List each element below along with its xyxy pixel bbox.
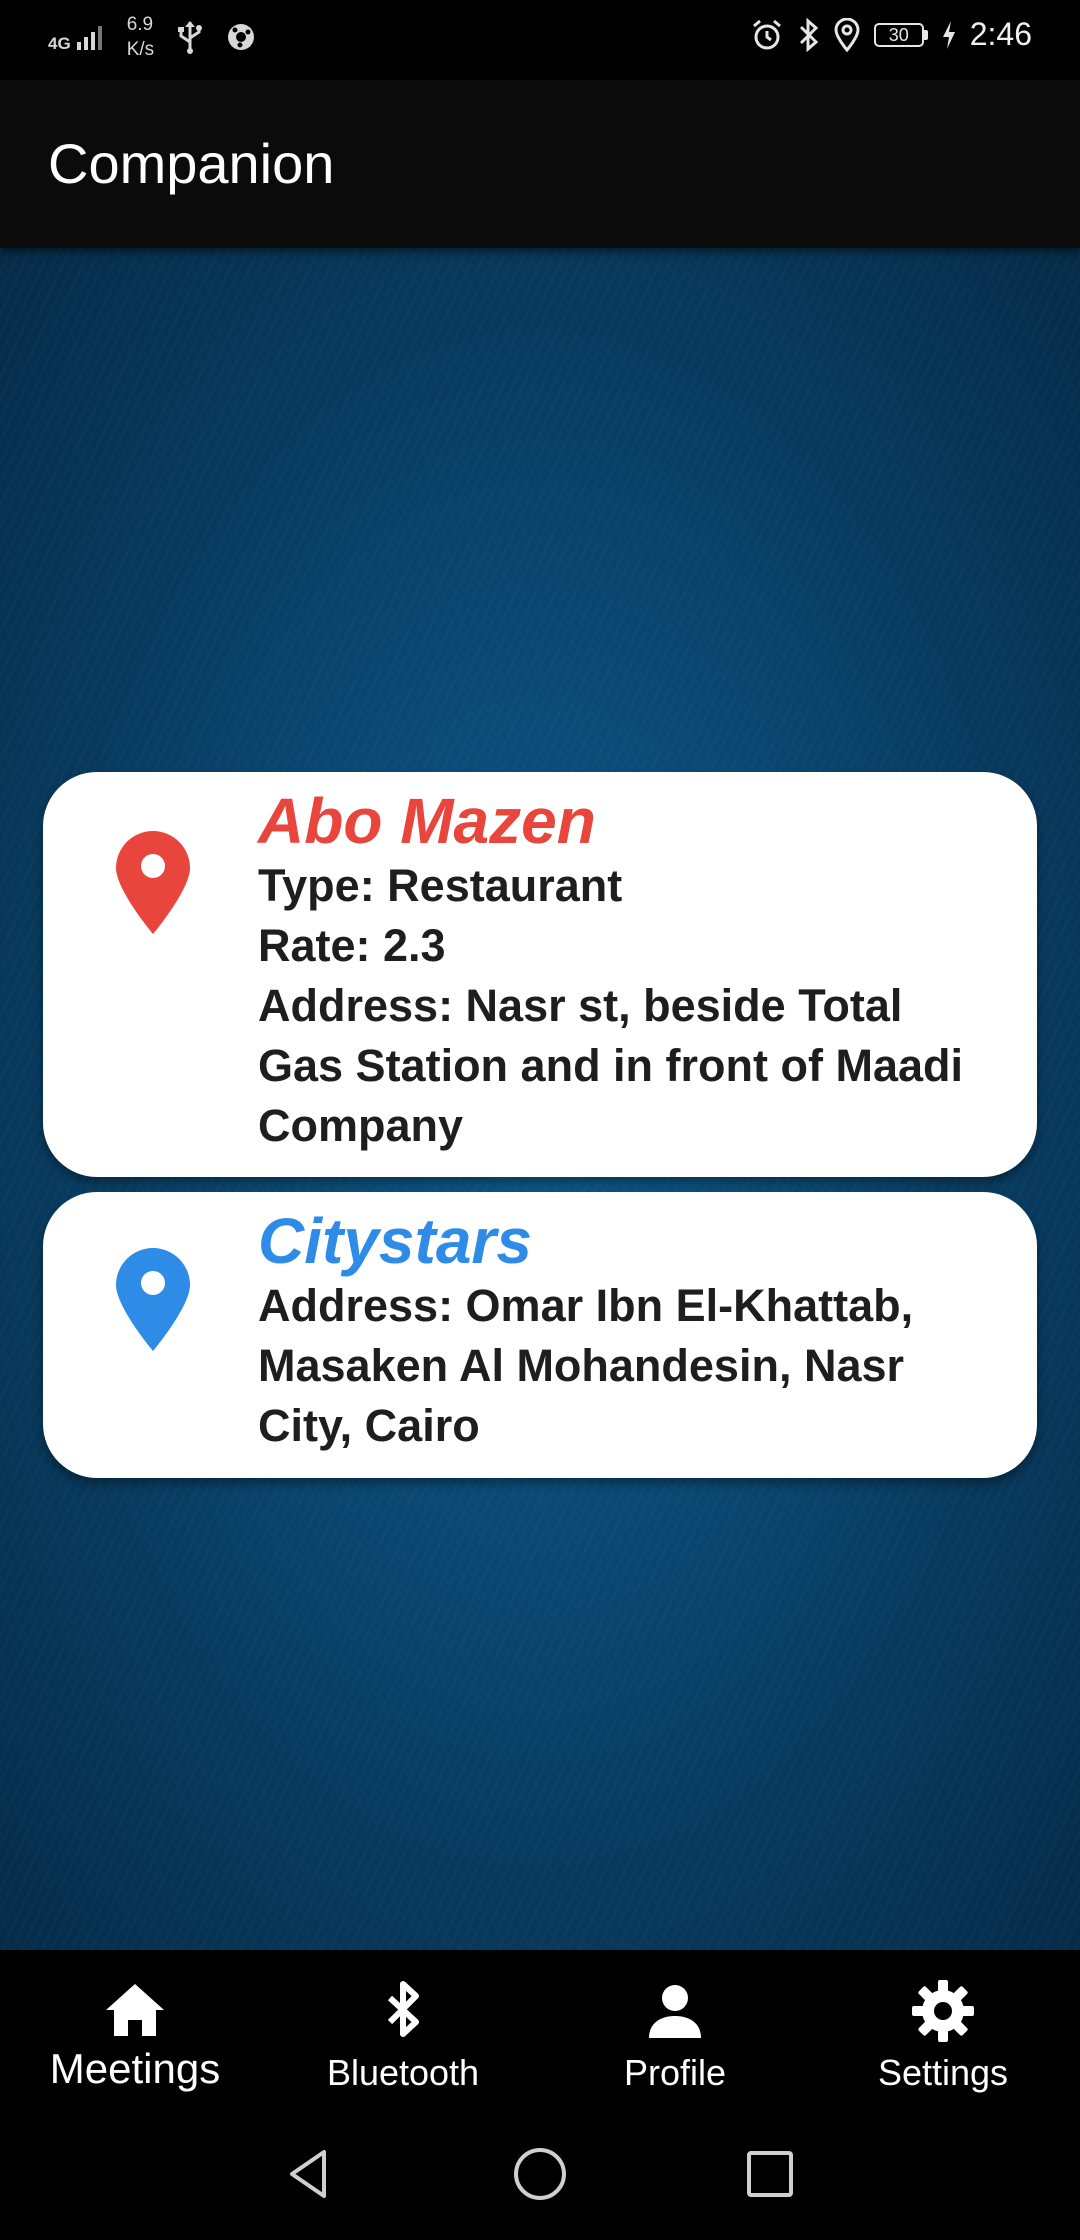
bluetooth-icon (387, 1981, 419, 2037)
bottom-navigation: Meetings Bluetooth Profile Settings (0, 1950, 1080, 2122)
nav-item-bluetooth[interactable]: Bluetooth (268, 1950, 538, 2122)
nav-label: Profile (623, 2052, 727, 2093)
speed-value: 6.9 (126, 14, 154, 35)
signal-icon: 4G (48, 22, 105, 52)
nav-item-settings[interactable]: Settings (808, 1950, 1078, 2122)
app-title: Companion (48, 132, 335, 195)
back-icon[interactable] (280, 2144, 340, 2204)
place-rate: Rate: 2.3 (258, 920, 446, 971)
app-screen: 4G 6.9 K/s 30 2:46 Companion Abo Mazen T… (0, 0, 1080, 2240)
place-name: Citystars (258, 1205, 532, 1277)
bluetooth-icon (799, 17, 818, 52)
status-right: 30 2:46 (750, 16, 1032, 53)
place-details: Citystars Address: Omar Ibn El-Khattab, … (258, 1206, 997, 1456)
sync-icon (228, 24, 255, 50)
gear-icon (912, 1980, 974, 2042)
place-details: Abo Mazen Type: Restaurant Rate: 2.3 Add… (258, 786, 997, 1156)
location-icon (834, 17, 860, 52)
place-card-citystars[interactable]: Citystars Address: Omar Ibn El-Khattab, … (43, 1192, 1037, 1478)
nav-label: Settings (877, 2052, 1009, 2093)
app-bar: Companion (0, 80, 1080, 248)
speed-unit: K/s (126, 39, 155, 60)
usb-icon (178, 21, 203, 54)
network-speed: 6.9 K/s (127, 12, 154, 62)
nav-label: Bluetooth (326, 2052, 480, 2093)
alarm-icon (752, 19, 781, 49)
recents-icon[interactable] (740, 2144, 800, 2204)
place-address: Address: Nasr st, beside Total Gas Stati… (258, 980, 964, 1151)
status-left: 4G 6.9 K/s (48, 12, 256, 62)
place-name: Abo Mazen (258, 785, 596, 857)
status-time: 2:46 (969, 16, 1032, 52)
home-circle-icon[interactable] (510, 2144, 570, 2204)
nav-item-meetings[interactable]: Meetings (0, 1950, 270, 2122)
home-icon (106, 1984, 164, 2036)
charging-icon (942, 20, 955, 49)
nav-label: Meetings (49, 2045, 221, 2092)
place-card-abo-mazen[interactable]: Abo Mazen Type: Restaurant Rate: 2.3 Add… (43, 772, 1037, 1177)
map-pin-icon (116, 831, 190, 934)
battery-level: 30 (873, 22, 924, 47)
person-icon (649, 1985, 701, 2038)
status-bar: 4G 6.9 K/s 30 2:46 (0, 0, 1080, 80)
system-navigation-bar (0, 2122, 1080, 2240)
battery-icon: 30 (873, 22, 928, 47)
place-address: Address: Omar Ibn El-Khattab, Masaken Al… (258, 1280, 914, 1451)
place-type: Type: Restaurant (258, 860, 623, 911)
nav-item-profile[interactable]: Profile (540, 1950, 810, 2122)
network-type: 4G (48, 34, 71, 53)
map-pin-icon (116, 1248, 190, 1351)
